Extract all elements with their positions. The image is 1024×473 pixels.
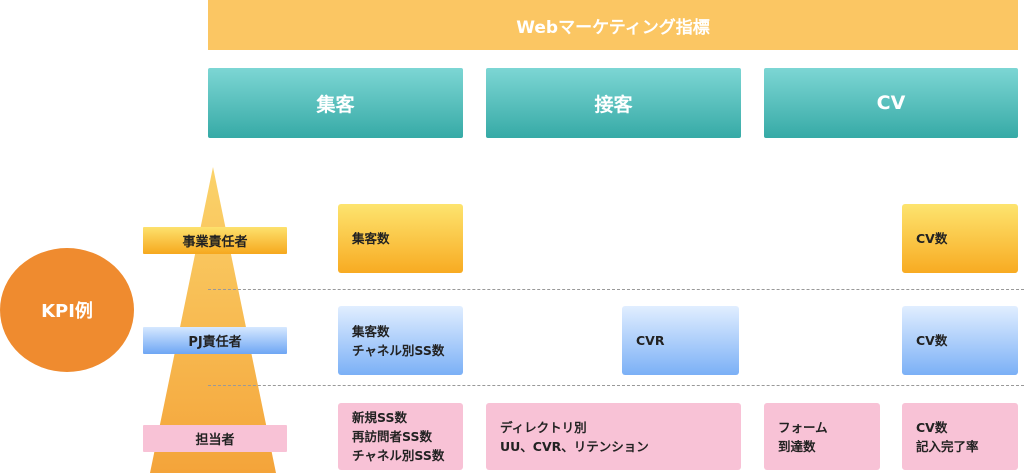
card-staff-cv: CV数 記入完了率 <box>902 403 1018 470</box>
metrics-header-banner: Webマーケティング指標 <box>208 0 1018 50</box>
card-executive-acquisition: 集客数 <box>338 204 463 273</box>
category-cv: CV <box>764 68 1018 138</box>
role-staff: 担当者 <box>143 425 287 452</box>
card-line: 記入完了率 <box>916 438 979 454</box>
card-line: チャネル別SS数 <box>352 448 445 463</box>
card-line: フォーム <box>778 419 828 435</box>
card-line: CV数 <box>916 419 948 435</box>
category-acquisition: 集客 <box>208 68 463 138</box>
row-divider-1 <box>208 289 1024 290</box>
card-line: CV数 <box>916 333 948 348</box>
card-line: CV数 <box>916 231 948 246</box>
role-pj-lead: PJ責任者 <box>143 327 287 354</box>
card-line: 集客数 <box>352 323 390 339</box>
card-line: 新規SS数 <box>352 410 407 425</box>
card-staff-acquisition: 新規SS数 再訪問者SS数 チャネル別SS数 <box>338 403 463 470</box>
card-staff-form: フォーム 到達数 <box>764 403 880 470</box>
card-pj-acquisition: 集客数 チャネル別SS数 <box>338 306 463 375</box>
row-divider-2 <box>208 385 1024 386</box>
category-engagement: 接客 <box>486 68 741 138</box>
card-staff-engagement: ディレクトリ別 UU、CVR、リテンション <box>486 403 741 470</box>
card-line: UU、CVR、リテンション <box>500 438 649 454</box>
card-pj-engagement: CVR <box>622 306 739 375</box>
card-line: チャネル別SS数 <box>352 342 445 358</box>
role-executive: 事業責任者 <box>143 227 287 254</box>
kpi-example-badge: KPI例 <box>0 248 134 372</box>
metrics-header-title: Webマーケティング指標 <box>516 17 710 38</box>
card-line: CVR <box>636 333 665 348</box>
card-line: 集客数 <box>352 231 390 246</box>
card-pj-cv: CV数 <box>902 306 1018 375</box>
card-line: 再訪問者SS数 <box>352 429 432 444</box>
kpi-example-label: KPI例 <box>41 301 93 322</box>
card-executive-cv: CV数 <box>902 204 1018 273</box>
card-line: 到達数 <box>778 438 816 454</box>
card-line: ディレクトリ別 <box>500 419 587 435</box>
